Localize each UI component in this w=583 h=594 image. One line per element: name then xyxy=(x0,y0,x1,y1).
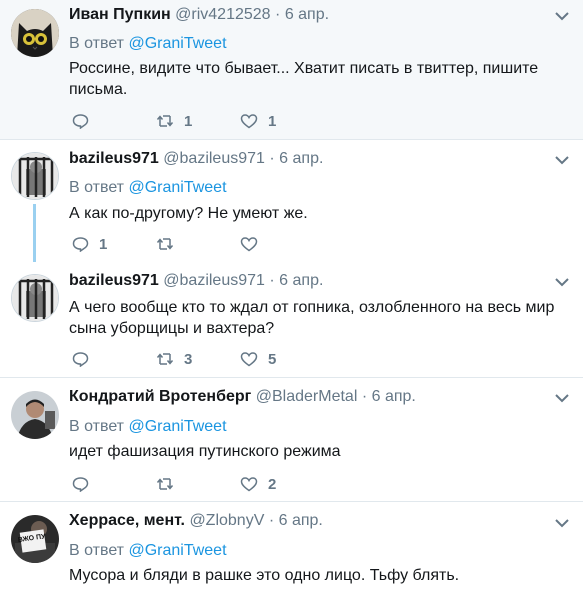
tweet-text: идет фашизация путинского режима xyxy=(69,443,341,460)
avatar-person-photo[interactable] xyxy=(11,391,59,439)
tweet-actions: 2 xyxy=(72,474,372,494)
tweet-2[interactable]: bazileus971 @bazileus971 · 6 апр. В отве… xyxy=(0,140,583,262)
chevron-down-icon[interactable] xyxy=(555,277,569,287)
reply-mention-link[interactable]: @GraniTweet xyxy=(128,179,226,196)
heart-icon xyxy=(240,114,258,129)
tweet-5[interactable]: ВЖО ПУ Херрасе, мент. @ZlobnyV · 6 апр. … xyxy=(0,502,583,594)
tweet-date[interactable]: 6 апр. xyxy=(372,388,416,405)
tweet-actions: 1 xyxy=(72,234,372,254)
avatar-black-cat[interactable] xyxy=(11,9,59,57)
tweet-text: А как по-другому? Не умеют же. xyxy=(69,205,308,222)
user-name[interactable]: bazileus971 xyxy=(69,150,159,167)
reply-button[interactable] xyxy=(72,111,89,131)
reply-context: В ответ @GraniTweet xyxy=(69,34,227,54)
reply-icon xyxy=(72,352,89,367)
retweet-count: 1 xyxy=(184,112,193,130)
like-button[interactable] xyxy=(240,234,258,254)
reply-button[interactable]: 1 xyxy=(72,234,107,254)
user-name[interactable]: bazileus971 xyxy=(69,272,159,289)
reply-count: 1 xyxy=(99,235,108,253)
reply-prefix: В ответ xyxy=(69,542,125,559)
chevron-down-icon[interactable] xyxy=(555,11,569,21)
user-name[interactable]: Херрасе, мент. xyxy=(69,512,185,529)
reply-context: В ответ @GraniTweet xyxy=(69,178,227,198)
black-cat-icon xyxy=(11,9,59,57)
like-count: 1 xyxy=(268,112,277,130)
reply-prefix: В ответ xyxy=(69,35,125,52)
heart-icon xyxy=(240,352,258,367)
user-handle[interactable]: @bazileus971 xyxy=(163,150,265,167)
tweet-text: Россине, видите что бывает... Хватит пис… xyxy=(69,60,539,98)
like-button[interactable]: 5 xyxy=(240,349,276,369)
heart-icon xyxy=(240,237,258,252)
separator-dot: · xyxy=(275,6,281,23)
tweet-date[interactable]: 6 апр. xyxy=(279,272,323,289)
tweet-header: Кондратий Вротенберг @BladerMetal · 6 ап… xyxy=(69,387,553,407)
tweet-header: bazileus971 @bazileus971 · 6 апр. xyxy=(69,149,553,169)
user-handle[interactable]: @ZlobnyV xyxy=(189,512,264,529)
tweet-3[interactable]: bazileus971 @bazileus971 · 6 апр. А чего… xyxy=(0,262,583,377)
retweet-icon xyxy=(156,478,174,490)
tweet-4[interactable]: Кондратий Вротенберг @BladerMetal · 6 ап… xyxy=(0,378,583,501)
avatar-prison-bars[interactable] xyxy=(11,152,59,200)
retweet-button[interactable]: 3 xyxy=(156,349,192,369)
tweet-1[interactable]: Иван Пупкин @riv4212528 · 6 апр. В ответ… xyxy=(0,0,583,139)
tweet-actions: 1 1 xyxy=(72,111,372,131)
avatar-sign-photo[interactable]: ВЖО ПУ xyxy=(11,515,59,563)
retweet-icon xyxy=(156,115,174,127)
thread-connector xyxy=(33,204,36,262)
reply-icon xyxy=(72,477,89,492)
separator-dot: · xyxy=(269,150,275,167)
reply-prefix: В ответ xyxy=(69,418,125,435)
reply-icon xyxy=(72,237,89,252)
tweet-text: Мусора и бляди в рашке это одно лицо. Ть… xyxy=(69,567,460,584)
reply-context: В ответ @GraniTweet xyxy=(69,541,227,561)
like-button[interactable]: 2 xyxy=(240,474,276,494)
reply-mention-link[interactable]: @GraniTweet xyxy=(128,542,226,559)
chevron-down-icon[interactable] xyxy=(555,518,569,528)
prison-bars-icon xyxy=(12,275,58,321)
tweet-header: Херрасе, мент. @ZlobnyV · 6 апр. xyxy=(69,511,553,531)
reply-context: В ответ @GraniTweet xyxy=(69,417,227,437)
separator-dot: · xyxy=(361,388,368,405)
reply-button[interactable] xyxy=(72,474,89,494)
like-count: 2 xyxy=(268,475,277,493)
tweet-text: А чего вообще кто то ждал от гопника, оз… xyxy=(69,299,555,337)
tweet-date[interactable]: 6 апр. xyxy=(279,150,323,167)
reply-mention-link[interactable]: @GraniTweet xyxy=(128,418,226,435)
reply-mention-link[interactable]: @GraniTweet xyxy=(128,35,226,52)
like-button[interactable]: 1 xyxy=(240,111,276,131)
tweet-date[interactable]: 6 апр. xyxy=(285,6,329,23)
retweet-icon xyxy=(156,238,174,250)
tweet-header: bazileus971 @bazileus971 · 6 апр. xyxy=(69,271,553,291)
chevron-down-icon[interactable] xyxy=(555,393,569,403)
separator-dot: · xyxy=(269,272,275,289)
reply-icon xyxy=(72,114,89,129)
retweet-count: 3 xyxy=(184,350,193,368)
user-name[interactable]: Иван Пупкин xyxy=(69,6,171,23)
user-name[interactable]: Кондратий Вротенберг xyxy=(69,388,251,405)
separator-dot: · xyxy=(268,512,275,529)
protest-sign-icon: ВЖО ПУ xyxy=(11,515,59,563)
retweet-icon xyxy=(156,353,174,365)
user-handle[interactable]: @bazileus971 xyxy=(163,272,265,289)
retweet-button[interactable] xyxy=(156,474,174,494)
user-handle[interactable]: @BladerMetal xyxy=(256,388,358,405)
reply-prefix: В ответ xyxy=(69,179,125,196)
retweet-button[interactable]: 1 xyxy=(156,111,192,131)
person-photo-icon xyxy=(11,391,59,439)
prison-bars-icon xyxy=(12,153,58,199)
retweet-button[interactable] xyxy=(156,234,174,254)
reply-button[interactable] xyxy=(72,349,89,369)
like-count: 5 xyxy=(268,350,277,368)
chevron-down-icon[interactable] xyxy=(555,155,569,165)
tweet-actions: 3 5 xyxy=(72,349,372,369)
heart-icon xyxy=(240,477,258,492)
user-handle[interactable]: @riv4212528 xyxy=(175,6,270,23)
avatar-prison-bars[interactable] xyxy=(11,274,59,322)
tweet-header: Иван Пупкин @riv4212528 · 6 апр. xyxy=(69,5,553,25)
tweet-date[interactable]: 6 апр. xyxy=(279,512,323,529)
